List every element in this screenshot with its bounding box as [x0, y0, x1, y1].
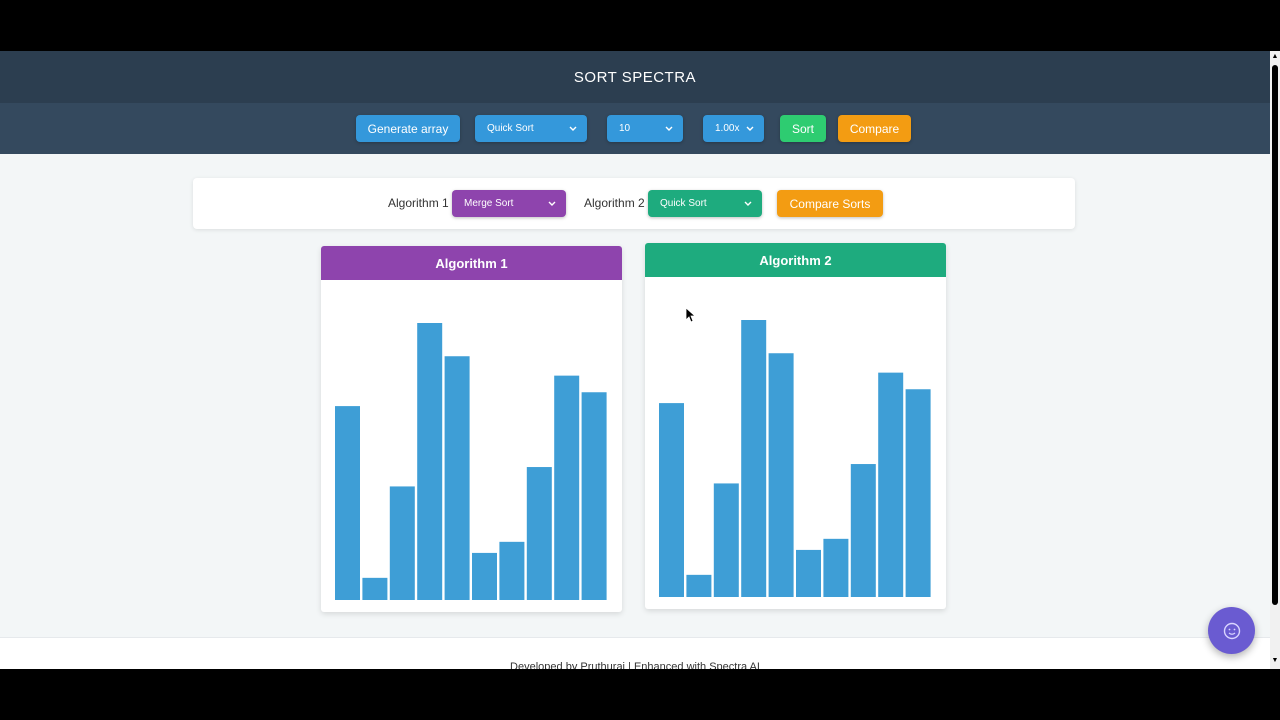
footer-text: Developed by Pruthuraj | Enhanced with S…	[510, 661, 760, 669]
speed-value: 1.00x	[715, 123, 740, 134]
algorithm-1-value: Merge Sort	[464, 198, 514, 209]
bar-6	[796, 549, 821, 597]
footer: Developed by Pruthuraj | Enhanced with S…	[0, 637, 1270, 669]
array-size-select[interactable]: 10	[607, 115, 683, 142]
chat-bot-icon	[1223, 622, 1240, 639]
algorithm-select[interactable]: Quick Sort	[475, 115, 587, 142]
algorithm-2-card: Algorithm 2	[645, 243, 946, 609]
array-size-value: 10	[619, 123, 631, 134]
algorithm-2-bar-chart	[659, 320, 931, 597]
algorithm-2-value: Quick Sort	[660, 198, 707, 209]
page-scrollbar[interactable]: ▲ ▼	[1270, 51, 1280, 669]
algorithm-2-select[interactable]: Quick Sort	[648, 190, 762, 217]
chevron-down-icon	[569, 126, 577, 131]
bar-7	[823, 538, 849, 597]
sort-button[interactable]: Sort	[780, 115, 826, 142]
algorithm-1-card-title: Algorithm 1	[321, 246, 622, 280]
app-header: SORT SPECTRA	[0, 51, 1270, 103]
generate-array-button[interactable]: Generate array	[356, 115, 460, 142]
bar-10	[581, 392, 607, 600]
bar-7	[499, 541, 525, 600]
algorithm-select-value: Quick Sort	[487, 123, 534, 134]
algorithm-1-card: Algorithm 1	[321, 246, 622, 612]
algorithm-2-card-title: Algorithm 2	[645, 243, 946, 277]
chevron-down-icon	[744, 201, 752, 206]
app-viewport: SORT SPECTRA Generate array Quick Sort 1…	[0, 51, 1280, 669]
bar-3	[713, 483, 739, 597]
toolbar: Generate array Quick Sort 10 1.00x Sort …	[0, 103, 1270, 154]
bar-1	[335, 406, 360, 600]
bar-9	[554, 375, 580, 600]
bar-8	[526, 467, 552, 600]
algorithm-1-select[interactable]: Merge Sort	[452, 190, 566, 217]
scroll-up-arrow-icon[interactable]: ▲	[1271, 53, 1279, 61]
bar-8	[850, 464, 876, 597]
scroll-down-arrow-icon[interactable]: ▼	[1271, 657, 1279, 665]
bar-4	[417, 323, 443, 600]
bar-5	[768, 353, 794, 597]
speed-select[interactable]: 1.00x	[703, 115, 764, 142]
compare-button[interactable]: Compare	[838, 115, 911, 142]
chat-bot-button[interactable]	[1208, 607, 1255, 654]
chevron-down-icon	[548, 201, 556, 206]
bar-4	[741, 320, 767, 597]
bar-2	[686, 574, 712, 597]
compare-panel: Algorithm 1 Merge Sort Algorithm 2 Quick…	[193, 178, 1075, 229]
algorithm-1-bar-chart	[335, 323, 607, 600]
bar-2	[362, 577, 388, 600]
bar-10	[905, 389, 931, 597]
bar-1	[659, 403, 684, 597]
bar-5	[444, 356, 470, 600]
chevron-down-icon	[665, 126, 673, 131]
mouse-cursor-icon	[686, 308, 696, 323]
compare-sorts-button[interactable]: Compare Sorts	[777, 190, 883, 217]
bar-9	[878, 372, 904, 597]
chevron-down-icon	[746, 126, 754, 131]
bar-3	[389, 486, 415, 600]
scrollbar-thumb[interactable]	[1272, 65, 1278, 605]
algorithm-1-label: Algorithm 1	[388, 196, 449, 210]
algorithm-2-label: Algorithm 2	[584, 196, 645, 210]
page-title: SORT SPECTRA	[573, 68, 697, 86]
bar-6	[472, 552, 497, 600]
